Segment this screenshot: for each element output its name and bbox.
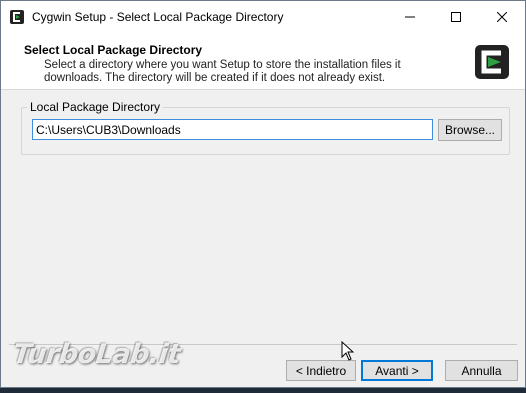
page-description: Select a directory where you want Setup …: [44, 59, 401, 84]
close-icon: [497, 12, 507, 22]
window-title: Cygwin Setup - Select Local Package Dire…: [32, 10, 284, 24]
browse-button[interactable]: Browse...: [438, 119, 502, 141]
directory-path-input[interactable]: [32, 119, 433, 140]
maximize-icon: [451, 12, 461, 22]
turbolab-watermark: TurboLab.it: [11, 339, 182, 370]
wizard-header: Select Local Package Directory Select a …: [1, 33, 525, 90]
page-title: Select Local Package Directory: [24, 43, 203, 57]
close-button[interactable]: [479, 1, 525, 33]
group-label: Local Package Directory: [27, 100, 164, 114]
minimize-button[interactable]: [387, 1, 433, 33]
cancel-button[interactable]: Annulla: [445, 360, 518, 381]
title-bar[interactable]: Cygwin Setup - Select Local Package Dire…: [1, 1, 525, 33]
maximize-button[interactable]: [433, 1, 479, 33]
cygwin-logo-icon: [475, 45, 509, 79]
minimize-icon: [405, 16, 415, 18]
back-button[interactable]: < Indietro: [286, 360, 356, 381]
cygwin-app-icon: [10, 10, 24, 24]
setup-window: Cygwin Setup - Select Local Package Dire…: [0, 0, 526, 388]
next-button[interactable]: Avanti >: [361, 360, 433, 381]
mouse-cursor-icon: [341, 341, 354, 361]
